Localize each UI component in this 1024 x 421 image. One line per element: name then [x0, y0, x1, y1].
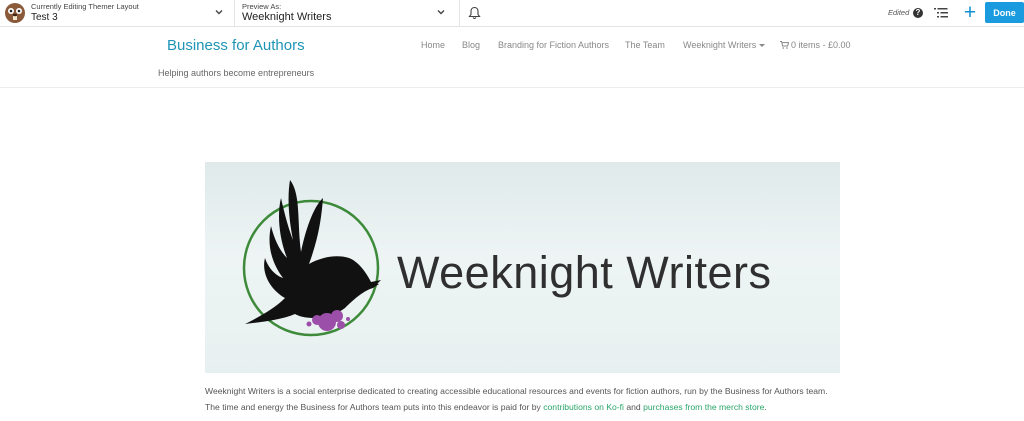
- nav-item-home[interactable]: Home: [421, 40, 445, 50]
- cart-icon: [780, 41, 789, 49]
- description-paragraph: Weeknight Writers is a social enterprise…: [205, 383, 845, 415]
- description-line-2: The time and energy the Business for Aut…: [205, 402, 544, 412]
- cart-link[interactable]: 0 items - £0.00: [780, 40, 851, 50]
- site-title[interactable]: Business for Authors: [167, 37, 305, 54]
- help-icon[interactable]: ?: [913, 8, 923, 18]
- layout-selector[interactable]: Currently Editing Themer Layout Test 3: [30, 0, 235, 27]
- chevron-down-icon: [437, 10, 445, 15]
- description-and: and: [623, 402, 644, 412]
- site-header: Business for Authors Helping authors bec…: [0, 28, 1024, 88]
- merch-store-link[interactable]: purchases from the merch store: [643, 402, 764, 412]
- description-end: .: [764, 402, 767, 412]
- preview-as-value: Weeknight Writers: [242, 11, 332, 23]
- bell-icon[interactable]: [468, 6, 481, 20]
- nav-item-weeknight-writers[interactable]: Weeknight Writers: [683, 40, 766, 50]
- site-tagline: Helping authors become entrepreneurs: [158, 68, 315, 78]
- nav-item-the-team[interactable]: The Team: [625, 40, 665, 50]
- caret-down-icon: [759, 44, 766, 48]
- layout-selector-label: Currently Editing Themer Layout: [31, 2, 139, 11]
- nav-item-weeknight-writers-label: Weeknight Writers: [683, 40, 757, 50]
- beaver-logo-icon[interactable]: [3, 2, 27, 24]
- preview-as-label: Preview As:: [242, 2, 282, 11]
- chevron-down-icon: [215, 10, 223, 15]
- layout-selector-value: Test 3: [31, 12, 58, 23]
- banner-title: Weeknight Writers: [397, 247, 772, 298]
- preview-as-selector[interactable]: Preview As: Weeknight Writers: [236, 0, 460, 27]
- plus-icon[interactable]: +: [962, 2, 978, 23]
- kofi-link[interactable]: contributions on Ko-fi: [543, 402, 624, 412]
- nav-item-branding[interactable]: Branding for Fiction Authors: [498, 40, 609, 50]
- builder-toolbar: Currently Editing Themer Layout Test 3 P…: [0, 0, 1024, 27]
- nav-item-blog[interactable]: Blog: [462, 40, 480, 50]
- weeknight-writers-banner: Weeknight Writers: [205, 162, 840, 373]
- edit-status: Edited: [888, 8, 910, 17]
- description-line-1: Weeknight Writers is a social enterprise…: [205, 386, 828, 396]
- cart-summary: 0 items - £0.00: [791, 40, 851, 50]
- outline-icon[interactable]: [934, 7, 949, 19]
- done-button[interactable]: Done: [985, 2, 1024, 23]
